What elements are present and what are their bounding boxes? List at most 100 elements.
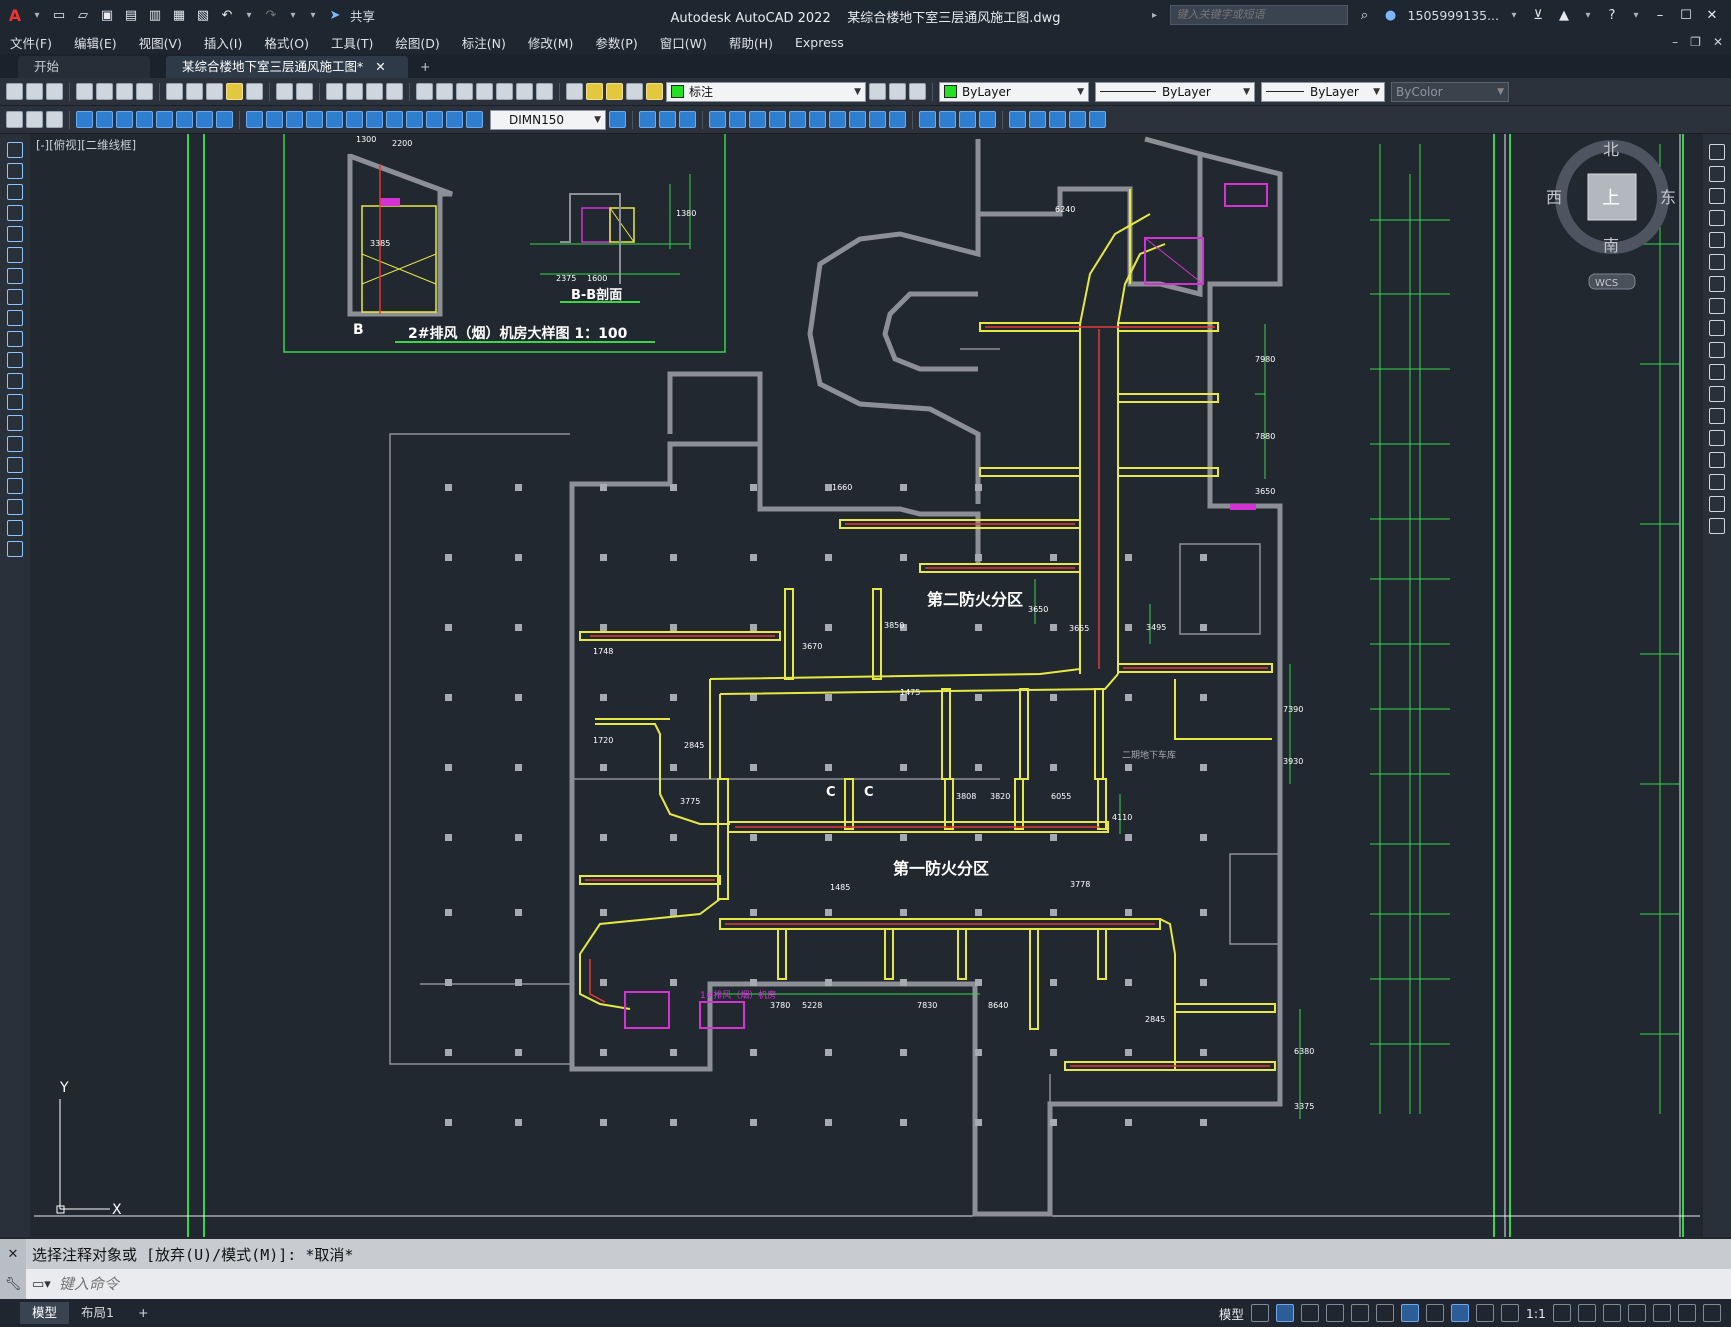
cart-icon[interactable]: ⊻: [1529, 6, 1547, 24]
workspace-gear-icon[interactable]: [1553, 1304, 1571, 1322]
polar-icon[interactable]: [1325, 1304, 1344, 1322]
linetype-combo[interactable]: ByLayer ▼: [1095, 81, 1255, 102]
region-icon[interactable]: [7, 478, 23, 494]
object-snap-tracking-icon[interactable]: [1375, 1304, 1394, 1322]
help-dropdown-icon[interactable]: ▾: [1629, 6, 1643, 24]
tb-sheetset-icon[interactable]: [476, 83, 493, 100]
ellipse-arc-icon[interactable]: [7, 352, 23, 368]
annotation-visibility-icon[interactable]: [1450, 1304, 1469, 1322]
a360-dropdown-icon[interactable]: ▾: [1581, 6, 1595, 24]
auto-scale-icon[interactable]: [1475, 1304, 1494, 1322]
save-web-icon[interactable]: ▦: [170, 6, 188, 24]
spline-icon[interactable]: [7, 310, 23, 326]
explode-icon[interactable]: [1709, 518, 1725, 534]
compass-north[interactable]: 北: [1603, 140, 1619, 159]
annotation-scale-icon[interactable]: [1500, 1304, 1519, 1322]
dim-continue-icon[interactable]: [286, 111, 303, 128]
arc-icon[interactable]: [7, 247, 23, 263]
lineweight-icon[interactable]: [1425, 1304, 1444, 1322]
ellipse-icon[interactable]: [7, 331, 23, 347]
save-as-icon[interactable]: ▤: [122, 6, 140, 24]
dim-quick-icon[interactable]: [246, 111, 263, 128]
doc-restore-icon[interactable]: ❐: [1690, 35, 1701, 49]
menu-draw[interactable]: 绘图(D): [395, 33, 439, 52]
plot-icon[interactable]: ▧: [194, 6, 212, 24]
tab-start[interactable]: 开始: [18, 56, 150, 78]
menu-express[interactable]: Express: [795, 35, 844, 50]
layer-lock-icon[interactable]: [646, 83, 663, 100]
tb-layer-previous-icon[interactable]: [889, 83, 906, 100]
hatch-icon[interactable]: [7, 436, 23, 452]
add-selected-icon[interactable]: [7, 541, 23, 557]
tb-scale-icon[interactable]: [749, 111, 766, 128]
help-icon[interactable]: ?: [1603, 6, 1621, 24]
tb-matchprop-icon[interactable]: [226, 83, 243, 100]
minimize-icon[interactable]: –: [1651, 6, 1669, 24]
tb-designcenter-icon[interactable]: [436, 83, 453, 100]
command-input[interactable]: [56, 1274, 961, 1294]
dim-edit-icon[interactable]: [426, 111, 443, 128]
tab-drawing[interactable]: 某综合楼地下室三层通风施工图* ✕: [166, 56, 408, 78]
scale-icon[interactable]: [1709, 298, 1725, 314]
tb-clip-icon[interactable]: [1049, 111, 1066, 128]
rectangle-icon[interactable]: [7, 226, 23, 242]
layer-freeze-icon[interactable]: [606, 83, 623, 100]
customization-menu-icon[interactable]: [1703, 1304, 1721, 1322]
viewport-controls[interactable]: [-][俯视][二维线框]: [36, 137, 136, 153]
jogged-linear-icon[interactable]: [406, 111, 423, 128]
viewcube-top-face[interactable]: 上: [1602, 188, 1620, 209]
blend-icon[interactable]: [1709, 496, 1725, 512]
tb-open-icon[interactable]: [26, 83, 43, 100]
share-label[interactable]: 共享: [350, 6, 375, 25]
erase-icon[interactable]: [1709, 144, 1725, 160]
menu-parametric[interactable]: 参数(P): [595, 33, 637, 52]
tb-break-icon[interactable]: [829, 111, 846, 128]
dim-aligned-icon[interactable]: [96, 111, 113, 128]
annotation-scale-value[interactable]: 1:1: [1526, 1306, 1546, 1321]
tb-draworder-icon[interactable]: [46, 111, 63, 128]
dim-update-icon[interactable]: [466, 111, 483, 128]
tb-offset-icon[interactable]: [679, 111, 696, 128]
tb-blockeditor-icon[interactable]: [246, 83, 263, 100]
user-icon[interactable]: ●: [1382, 6, 1400, 24]
tb-move-icon[interactable]: [709, 111, 726, 128]
tb-plot-icon[interactable]: [76, 83, 93, 100]
redo-icon[interactable]: ↷: [262, 6, 280, 24]
menu-dimension[interactable]: 标注(N): [462, 33, 506, 52]
tb-extend-icon[interactable]: [809, 111, 826, 128]
undo-icon[interactable]: ↶: [218, 6, 236, 24]
line-icon[interactable]: [7, 142, 23, 158]
menu-insert[interactable]: 插入(I): [204, 33, 242, 52]
save-icon[interactable]: ▣: [98, 6, 116, 24]
plotstyle-combo[interactable]: ByColor ▼: [1391, 81, 1509, 102]
array-icon[interactable]: [1709, 232, 1725, 248]
customize-qat-icon[interactable]: ▾: [306, 6, 320, 24]
menu-format[interactable]: 格式(O): [264, 33, 309, 52]
a360-icon[interactable]: ▲: [1555, 6, 1573, 24]
tb-attach-icon[interactable]: [1029, 111, 1046, 128]
snap-icon[interactable]: [1275, 1304, 1294, 1322]
tb-explode-icon[interactable]: [919, 111, 936, 128]
tb-properties-icon[interactable]: [416, 83, 433, 100]
color-combo[interactable]: ByLayer ▼: [939, 81, 1089, 102]
point-icon[interactable]: [7, 415, 23, 431]
doc-close-icon[interactable]: ✕: [1713, 35, 1723, 49]
extend-icon[interactable]: [1709, 364, 1725, 380]
tb-toolpalettes-icon[interactable]: [456, 83, 473, 100]
fillet-icon[interactable]: [1709, 474, 1725, 490]
menu-modify[interactable]: 修改(M): [528, 33, 574, 52]
tab-close-icon[interactable]: ✕: [375, 59, 385, 74]
ortho-icon[interactable]: [1300, 1304, 1319, 1322]
clean-screen-icon[interactable]: [1678, 1304, 1696, 1322]
redo-dropdown-icon[interactable]: ▾: [286, 6, 300, 24]
tb-rotate-icon[interactable]: [729, 111, 746, 128]
tb-insert-block-icon[interactable]: [1009, 111, 1026, 128]
tb-undo-icon[interactable]: [276, 83, 293, 100]
tb-save-icon[interactable]: [46, 83, 63, 100]
layer-on-icon[interactable]: [586, 83, 603, 100]
tb-quick-properties-icon[interactable]: [6, 111, 23, 128]
menu-edit[interactable]: 编辑(E): [74, 33, 117, 52]
isolate-objects-icon[interactable]: [1653, 1304, 1671, 1322]
share-icon[interactable]: ➤: [326, 6, 344, 24]
tb-stretch-icon[interactable]: [769, 111, 786, 128]
